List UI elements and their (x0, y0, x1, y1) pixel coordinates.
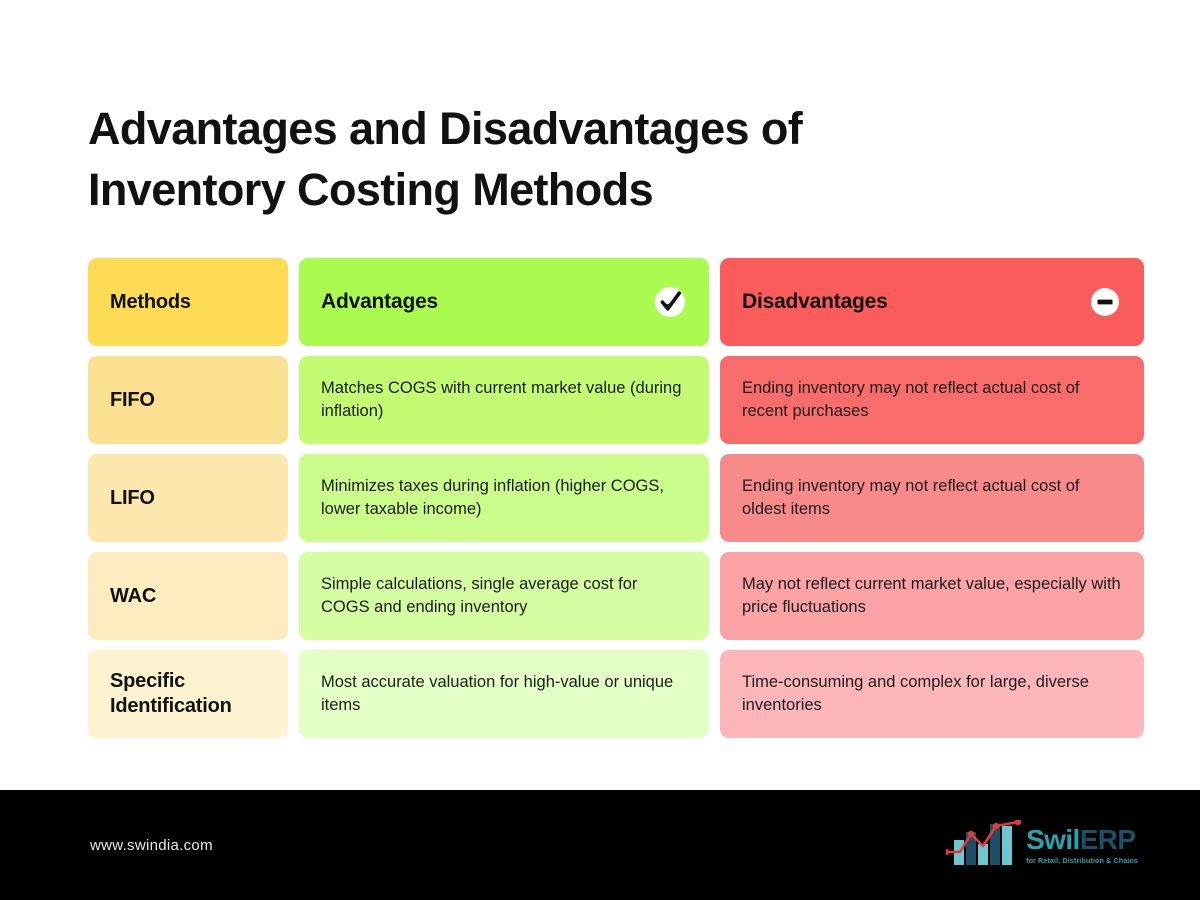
method-name: FIFO (110, 388, 155, 411)
method-name: LIFO (110, 486, 155, 509)
footer-bar: www.swindia.com SwilERP for Retail, Dist… (0, 790, 1200, 900)
disadvantage-text: Ending inventory may not reflect actual … (742, 476, 1080, 518)
disadvantage-text: May not reflect current market value, es… (742, 574, 1121, 616)
disadvantage-cell: Ending inventory may not reflect actual … (720, 356, 1144, 444)
logo-wordmark: SwilERP (1026, 823, 1138, 855)
check-circle-icon (653, 285, 687, 319)
header-label-methods: Methods (110, 290, 191, 313)
disadvantage-cell: Ending inventory may not reflect actual … (720, 454, 1144, 542)
page-title-line-1: Advantages and Disadvantages of (88, 103, 803, 154)
advantage-cell: Matches COGS with current market value (… (299, 356, 709, 444)
method-cell: LIFO (88, 454, 288, 542)
method-cell: Specific Identification (88, 650, 288, 738)
page-title: Advantages and Disadvantages of Inventor… (88, 98, 1048, 220)
logo-tagline: for Retail, Distribution & Chains (1026, 855, 1138, 865)
method-name: WAC (110, 584, 157, 607)
page-title-line-2: Inventory Costing Methods (88, 164, 654, 216)
table-row: Specific Identification Most accurate va… (88, 650, 1144, 738)
method-cell: FIFO (88, 356, 288, 444)
logo-word-swil: Swil (1026, 823, 1080, 855)
logo-word-erp: ERP (1079, 823, 1136, 855)
disadvantage-text: Ending inventory may not reflect actual … (742, 378, 1080, 420)
advantage-text: Matches COGS with current market value (… (321, 378, 682, 420)
infographic-page: Advantages and Disadvantages of Inventor… (0, 0, 1200, 900)
bar-chart-logo-icon (942, 818, 1022, 870)
disadvantage-cell: Time-consuming and complex for large, di… (720, 650, 1144, 738)
header-cell-methods: Methods (88, 258, 288, 346)
comparison-table: Methods Advantages Disadvantages FIFO Ma… (88, 258, 1144, 738)
table-row: FIFO Matches COGS with current market va… (88, 356, 1144, 444)
minus-circle-icon (1088, 285, 1122, 319)
header-cell-advantages: Advantages (299, 258, 709, 346)
header-label-disadvantages: Disadvantages (742, 290, 888, 313)
advantage-text: Simple calculations, single average cost… (321, 574, 638, 616)
advantage-cell: Simple calculations, single average cost… (299, 552, 709, 640)
header-cell-disadvantages: Disadvantages (720, 258, 1144, 346)
disadvantage-cell: May not reflect current market value, es… (720, 552, 1144, 640)
method-cell: WAC (88, 552, 288, 640)
table-header-row: Methods Advantages Disadvantages (88, 258, 1144, 346)
footer-website-url[interactable]: www.swindia.com (90, 837, 213, 854)
advantage-cell: Minimizes taxes during inflation (higher… (299, 454, 709, 542)
swilerp-logo[interactable]: SwilERP for Retail, Distribution & Chain… (942, 818, 1138, 870)
logo-text: SwilERP for Retail, Distribution & Chain… (1026, 823, 1138, 865)
advantage-text: Most accurate valuation for high-value o… (321, 672, 674, 714)
table-row: LIFO Minimizes taxes during inflation (h… (88, 454, 1144, 542)
disadvantage-text: Time-consuming and complex for large, di… (742, 672, 1089, 714)
method-name: Specific Identification (110, 670, 232, 717)
header-label-advantages: Advantages (321, 290, 439, 313)
table-row: WAC Simple calculations, single average … (88, 552, 1144, 640)
advantage-text: Minimizes taxes during inflation (higher… (321, 476, 664, 518)
advantage-cell: Most accurate valuation for high-value o… (299, 650, 709, 738)
